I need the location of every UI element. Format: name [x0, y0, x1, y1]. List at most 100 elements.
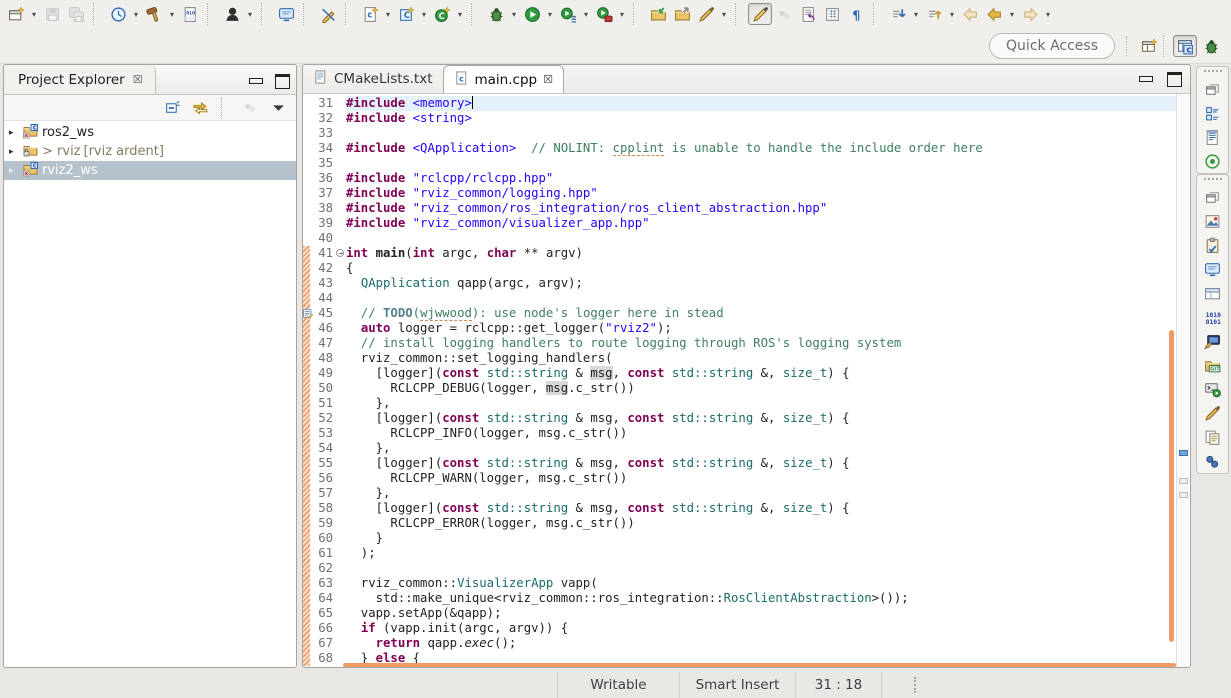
code-line-37[interactable]: 37#include "rviz_common/logging.hpp"	[303, 186, 1176, 201]
outline-view-icon[interactable]	[1201, 101, 1225, 125]
annotation-marker[interactable]	[1179, 478, 1188, 484]
back-pale-icon[interactable]	[958, 3, 982, 25]
view-menu-icon[interactable]	[266, 97, 290, 119]
code-line-50[interactable]: 50 RCLCPP_DEBUG(logger, msg.c_str())	[303, 381, 1176, 396]
debug-bug-dropdown-icon[interactable]: ▾	[508, 3, 520, 25]
back-icon[interactable]	[982, 3, 1006, 25]
overview-ruler[interactable]	[1176, 94, 1190, 667]
debug-perspective-button[interactable]	[1199, 35, 1223, 57]
code-line-64[interactable]: 64 std::make_unique<rviz_common::ros_int…	[303, 591, 1176, 606]
code-editor[interactable]: 31#include <memory>32#include <string>33…	[303, 94, 1190, 667]
link-editor-icon[interactable]	[188, 97, 212, 119]
maximize-icon[interactable]	[275, 74, 290, 86]
prev-annotation-icon[interactable]	[922, 3, 946, 25]
maximize-icon[interactable]	[1167, 72, 1182, 84]
new-make-target-dropdown-icon[interactable]: ▾	[454, 3, 466, 25]
code-line-35[interactable]: 35	[303, 156, 1176, 171]
run-icon[interactable]	[520, 3, 544, 25]
profile-icon[interactable]	[592, 3, 616, 25]
run-dropdown-icon[interactable]: ▾	[544, 3, 556, 25]
tree-item-ros2-ws[interactable]: ▸Cros2_ws	[4, 123, 296, 142]
properties-view-icon[interactable]	[1201, 281, 1225, 305]
memory-view-icon[interactable]: 10100101	[1201, 305, 1225, 329]
code-line-58[interactable]: 58 [logger](const std::string & msg, con…	[303, 501, 1176, 516]
tree-item--rviz[interactable]: ▸> rviz [rviz ardent]	[4, 142, 296, 161]
expand-arrow-icon[interactable]: ▸	[9, 147, 19, 157]
fold-collapse-icon[interactable]	[335, 246, 346, 261]
code-line-34[interactable]: 34#include <QApplication> // NOLINT: cpp…	[303, 141, 1176, 156]
code-line-62[interactable]: 62	[303, 561, 1176, 576]
code-line-45[interactable]: 45 // TODO(wjwwood): use node's logger h…	[303, 306, 1176, 321]
brush-icon[interactable]	[694, 3, 718, 25]
vertical-scrollbar[interactable]	[1169, 330, 1174, 642]
log-view-icon[interactable]	[1201, 125, 1225, 149]
code-line-33[interactable]: 33	[303, 126, 1176, 141]
target-view-icon[interactable]	[1201, 149, 1225, 173]
block-selection-icon[interactable]	[820, 3, 844, 25]
new-make-target-icon[interactable]: C	[430, 3, 454, 25]
code-line-56[interactable]: 56 RCLCPP_WARN(logger, msg.c_str())	[303, 471, 1176, 486]
hammer-dropdown-icon[interactable]: ▾	[166, 3, 178, 25]
restore-view-icon[interactable]	[1201, 185, 1225, 209]
clock-icon[interactable]	[106, 3, 130, 25]
code-line-48[interactable]: 48 rviz_common::set_logging_handlers(	[303, 351, 1176, 366]
code-line-42[interactable]: 42{	[303, 261, 1176, 276]
stack-drag-handle[interactable]	[1204, 70, 1222, 74]
brush-dropdown-icon[interactable]: ▾	[718, 3, 730, 25]
paint-view-icon[interactable]	[1201, 401, 1225, 425]
code-line-51[interactable]: 51 },	[303, 396, 1176, 411]
code-line-46[interactable]: 46 auto logger = rclcpp::get_logger("rvi…	[303, 321, 1176, 336]
run-history-icon[interactable]	[556, 3, 580, 25]
forward-pale-dropdown-icon[interactable]: ▾	[1042, 3, 1054, 25]
code-line-47[interactable]: 47 // install logging handlers to route …	[303, 336, 1176, 351]
breakpoints-view-icon[interactable]	[1201, 449, 1225, 473]
minimize-icon[interactable]	[1138, 72, 1153, 84]
annotation-marker[interactable]	[1179, 492, 1188, 498]
forward-pale-icon[interactable]	[1018, 3, 1042, 25]
code-line-57[interactable]: 57 },	[303, 486, 1176, 501]
close-icon[interactable]: ☒	[543, 73, 553, 86]
stack-drag-handle[interactable]	[1204, 178, 1222, 182]
code-line-65[interactable]: 65 vapp.setApp(&qapp);	[303, 606, 1176, 621]
expand-arrow-icon[interactable]: ▸	[9, 128, 19, 138]
collapse-all-icon[interactable]	[160, 97, 184, 119]
binary-file-icon[interactable]: 010	[178, 3, 202, 25]
code-line-32[interactable]: 32#include <string>	[303, 111, 1176, 126]
highlighter-icon[interactable]	[748, 3, 772, 25]
code-line-31[interactable]: 31#include <memory>	[303, 96, 1176, 111]
code-line-40[interactable]: 40	[303, 231, 1176, 246]
clone-view-icon[interactable]	[1201, 425, 1225, 449]
close-icon[interactable]: ☒	[133, 73, 143, 86]
next-annotation-dropdown-icon[interactable]: ▾	[910, 3, 922, 25]
remote-view-icon[interactable]	[1201, 329, 1225, 353]
code-line-44[interactable]: 44	[303, 291, 1176, 306]
clock-dropdown-icon[interactable]: ▾	[130, 3, 142, 25]
editor-tab-cmakelists-txt[interactable]: CMakeLists.txt	[303, 65, 443, 93]
run-history-dropdown-icon[interactable]: ▾	[580, 3, 592, 25]
editor-tab-main-cpp[interactable]: cmain.cpp☒	[443, 65, 564, 93]
code-line-43[interactable]: 43 QApplication qapp(argc, argv);	[303, 276, 1176, 291]
code-line-36[interactable]: 36#include "rclcpp/rclcpp.hpp"	[303, 171, 1176, 186]
tasks-view-icon[interactable]	[1201, 233, 1225, 257]
new-wizard-icon[interactable]	[4, 3, 28, 25]
image-view-icon[interactable]	[1201, 209, 1225, 233]
new-c-class-icon[interactable]: C	[394, 3, 418, 25]
debug-bug-icon[interactable]	[484, 3, 508, 25]
prev-annotation-dropdown-icon[interactable]: ▾	[946, 3, 958, 25]
minimize-icon[interactable]	[248, 74, 263, 86]
code-line-38[interactable]: 38#include "rviz_common/ros_integration/…	[303, 201, 1176, 216]
code-line-41[interactable]: 41int main(int argc, char ** argv)	[303, 246, 1176, 261]
terminal-icon[interactable]	[274, 3, 298, 25]
tree-item-rviz2-ws[interactable]: ▸Crviz2_ws	[4, 161, 296, 180]
code-line-61[interactable]: 61 );	[303, 546, 1176, 561]
code-line-52[interactable]: 52 [logger](const std::string & msg, con…	[303, 411, 1176, 426]
import-folder-icon[interactable]	[646, 3, 670, 25]
user-icon[interactable]	[220, 3, 244, 25]
quick-access-button[interactable]: Quick Access	[989, 33, 1115, 59]
code-line-39[interactable]: 39#include "rviz_common/visualizer_app.h…	[303, 216, 1176, 231]
hammer-icon[interactable]	[142, 3, 166, 25]
terminal-view-icon[interactable]	[1201, 377, 1225, 401]
horizontal-scrollbar[interactable]	[343, 663, 1176, 667]
new-c-class-dropdown-icon[interactable]: ▾	[418, 3, 430, 25]
code-line-59[interactable]: 59 RCLCPP_ERROR(logger, msg.c_str())	[303, 516, 1176, 531]
